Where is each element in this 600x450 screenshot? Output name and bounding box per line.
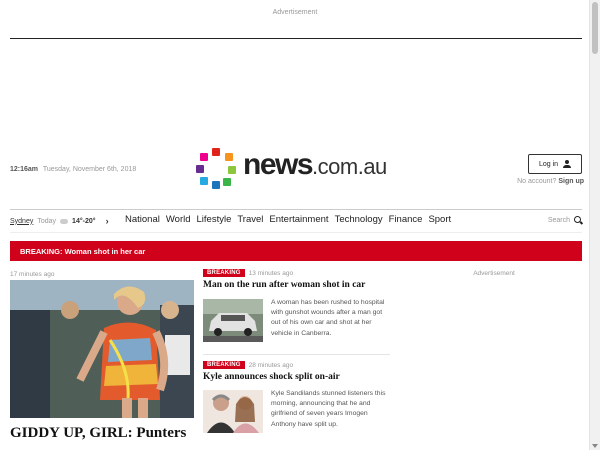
user-icon [563, 160, 572, 168]
breaking-news-text: BREAKING: Woman shot in her car [20, 246, 146, 256]
logo-dot [228, 166, 236, 174]
signup-prompt: No account? Sign up [512, 178, 584, 185]
hero-photo-illustration [10, 280, 194, 418]
weather-widget[interactable]: Sydney Today 14°-20° › [10, 216, 109, 226]
top-ad-divider [10, 38, 582, 39]
weather-temps: 14°-20° [72, 217, 96, 225]
chevron-right-icon[interactable]: › [106, 216, 109, 226]
weather-city[interactable]: Sydney [10, 218, 33, 225]
breaking-badge: BREAKING [203, 269, 245, 277]
search-icon [574, 216, 582, 224]
no-account-text: No account? [517, 178, 557, 185]
hero-timestamp: 17 minutes ago [10, 271, 55, 278]
top-ad-label: Advertisement [272, 9, 318, 16]
scrollbar-thumb[interactable] [592, 2, 598, 54]
logo-dot [200, 177, 208, 185]
cloud-icon [60, 218, 69, 224]
scroll-down-arrow-icon[interactable] [592, 444, 598, 448]
story-divider [203, 354, 390, 355]
story-title[interactable]: Man on the run after woman shot in car [203, 280, 390, 290]
story-timestamp: 28 minutes ago [248, 361, 294, 369]
story-meta: BREAKING 13 minutes ago [203, 269, 390, 277]
masthead-datetime: 12:16am Tuesday, November 6th, 2018 [10, 166, 136, 173]
hero-headline[interactable]: GIDDY UP, GIRL: Punters [10, 424, 194, 450]
logo-dots-icon [196, 148, 236, 189]
nav-item-travel[interactable]: Travel [237, 214, 263, 225]
story-item[interactable]: BREAKING 13 minutes ago Man on the run a… [203, 269, 390, 342]
hero-image[interactable] [10, 280, 194, 418]
logo-dot [200, 153, 208, 161]
logo-suffix: .com.au [312, 154, 387, 179]
logo-wordmark: news.com.au [243, 148, 387, 182]
logo-dot [212, 148, 220, 156]
car-photo-illustration [203, 299, 263, 342]
search-label: Search [547, 216, 570, 224]
sidebar-ad-label: Advertisement [473, 270, 515, 277]
logo-dot [196, 165, 204, 173]
login-button[interactable]: Log in [528, 154, 582, 174]
site-logo[interactable]: news.com.au [196, 148, 401, 192]
logo-dot [225, 153, 233, 161]
story-thumbnail[interactable] [203, 390, 263, 433]
main-nav: Sydney Today 14°-20° › National World Li… [10, 209, 582, 233]
search-button[interactable]: Search [548, 216, 582, 224]
login-label: Log in [538, 160, 559, 168]
nav-item-national[interactable]: National [125, 214, 160, 225]
page-scrollbar[interactable] [589, 0, 600, 450]
story-title[interactable]: Kyle announces shock split on-air [203, 372, 390, 382]
breaking-news-bar[interactable]: BREAKING: Woman shot in her car [10, 241, 582, 261]
story-item[interactable]: BREAKING 28 minutes ago Kyle announces s… [203, 361, 390, 433]
story-timestamp: 13 minutes ago [248, 269, 294, 277]
logo-name: news [243, 148, 314, 181]
current-time: 12:16am [10, 166, 39, 173]
nav-item-sport[interactable]: Sport [428, 214, 451, 225]
story-summary: Kyle Sandilands stunned listeners this m… [271, 390, 386, 428]
nav-item-world[interactable]: World [166, 214, 191, 225]
couple-photo-illustration [203, 390, 263, 433]
nav-item-technology[interactable]: Technology [335, 214, 383, 225]
logo-dot [212, 181, 220, 189]
nav-links: National World Lifestyle Travel Entertai… [125, 214, 451, 225]
weather-day: Today [37, 217, 57, 225]
story-thumbnail[interactable] [203, 299, 263, 342]
signup-link[interactable]: Sign up [558, 178, 584, 185]
logo-dot [223, 178, 231, 186]
current-date: Tuesday, November 6th, 2018 [42, 166, 137, 173]
nav-item-lifestyle[interactable]: Lifestyle [197, 214, 232, 225]
breaking-badge: BREAKING [203, 361, 245, 369]
story-meta: BREAKING 28 minutes ago [203, 361, 390, 369]
nav-item-entertainment[interactable]: Entertainment [269, 214, 328, 225]
nav-item-finance[interactable]: Finance [389, 214, 423, 225]
story-summary: A woman has been rushed to hospital with… [271, 299, 385, 337]
